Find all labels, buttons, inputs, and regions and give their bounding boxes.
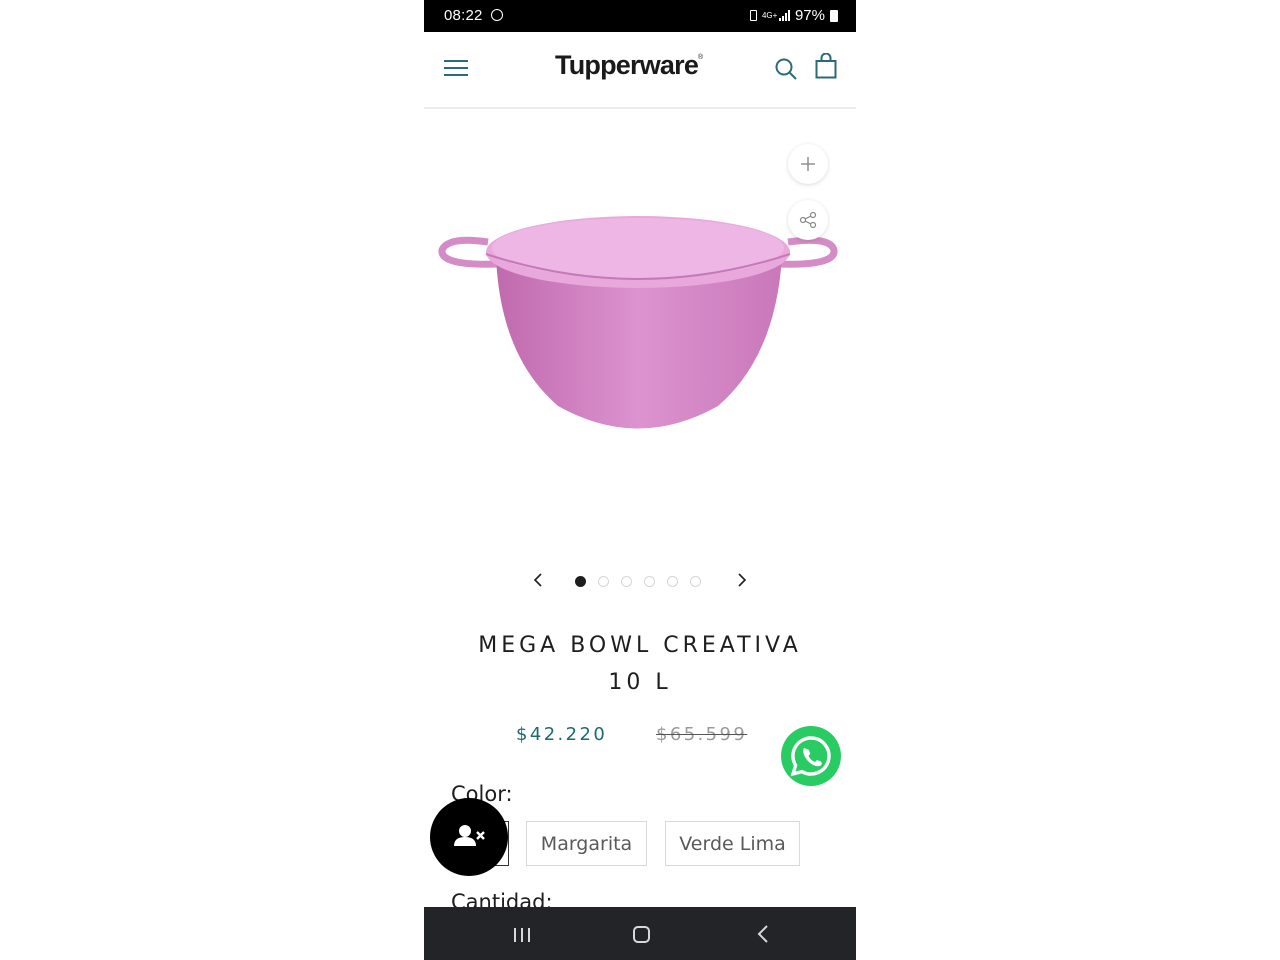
product-title-line: 10 L (608, 670, 672, 695)
user-remove-button[interactable] (430, 798, 508, 876)
chevron-left-icon[interactable] (532, 572, 544, 588)
color-option[interactable]: Verde Lima (665, 821, 800, 866)
product-title: MEGA BOWL CREATIVA 10 L (444, 627, 836, 701)
product-title-line: MEGA BOWL CREATIVA (478, 633, 802, 658)
gallery-dot[interactable] (621, 576, 632, 587)
hamburger-menu-icon[interactable] (444, 59, 468, 77)
gallery-dot[interactable] (575, 576, 586, 587)
battery-percent: 97% (794, 7, 825, 24)
network-type-icon: 4G+ (761, 10, 778, 20)
gallery-dot[interactable] (644, 576, 655, 587)
compare-price: $65.599 (656, 724, 748, 745)
search-icon[interactable] (774, 57, 798, 81)
logo-mark: ® (698, 54, 703, 61)
product-image (438, 216, 838, 429)
zoom-button[interactable] (788, 144, 828, 184)
signal-icon (778, 10, 790, 21)
whatsapp-icon (790, 736, 831, 777)
shopping-bag-icon[interactable] (815, 53, 837, 79)
user-remove-icon (454, 825, 485, 846)
status-icons: 4G+ 97% (749, 7, 838, 24)
whatsapp-chat-button[interactable] (781, 726, 841, 786)
gallery-dot[interactable] (667, 576, 678, 587)
status-time: 08:22 (444, 7, 483, 24)
sale-price: $42.220 (516, 724, 608, 745)
recents-icon[interactable] (512, 927, 532, 943)
product-gallery[interactable] (424, 111, 856, 601)
logo[interactable]: Tupperware® (555, 50, 703, 81)
gallery-pagination (424, 560, 856, 600)
share-button[interactable] (788, 200, 828, 240)
battery-saver-icon (749, 10, 757, 21)
chevron-right-icon[interactable] (736, 572, 748, 588)
phone-screen: 08:22 4G+ 97% Tupperware® MEGA BOWL CREA… (424, 0, 856, 960)
system-navigation-bar (424, 907, 856, 960)
gallery-dots (575, 576, 701, 587)
color-option[interactable]: Margarita (526, 821, 647, 866)
back-icon[interactable] (757, 925, 769, 943)
battery-icon (830, 9, 838, 22)
share-icon (799, 211, 817, 229)
whatsapp-notification-icon (491, 9, 503, 21)
site-header: Tupperware® (424, 32, 856, 109)
home-icon[interactable] (633, 926, 650, 943)
logo-text: Tupperware (555, 50, 699, 80)
gallery-dot[interactable] (598, 576, 609, 587)
status-bar: 08:22 4G+ 97% (424, 0, 856, 32)
plus-icon (801, 157, 815, 171)
gallery-dot[interactable] (690, 576, 701, 587)
